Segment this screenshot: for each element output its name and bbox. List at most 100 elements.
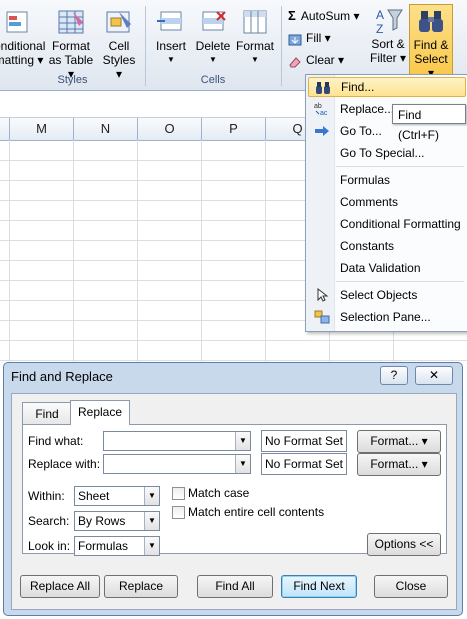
chevron-down-icon[interactable]: ▼ — [144, 512, 159, 530]
menu-item-data-validation[interactable]: Data Validation — [308, 258, 464, 278]
replace-format-button[interactable]: Format... ▾ — [357, 453, 441, 476]
selection-pane-icon — [314, 310, 330, 324]
replace-with-input[interactable]: ▼ — [103, 454, 251, 474]
column-header-o[interactable]: O — [138, 118, 202, 141]
dialog-body: Find Replace Find what: ▼ No Format Set … — [11, 393, 457, 610]
menu-item-constants[interactable]: Constants — [308, 236, 464, 256]
cells-group-label: Cells — [200, 74, 226, 86]
column-header-n[interactable]: N — [74, 118, 138, 141]
help-button[interactable]: ? — [380, 366, 408, 385]
format-cells-icon — [241, 8, 269, 36]
conditional-formatting-label-1: onditional — [0, 39, 46, 53]
within-select[interactable]: Sheet ▼ — [74, 486, 160, 506]
delete-button[interactable]: Delete ▼ — [193, 8, 233, 67]
menu-item-go-to-special[interactable]: Go To Special... — [308, 143, 464, 163]
delete-label: Delete — [195, 39, 231, 53]
chevron-down-icon[interactable]: ▼ — [144, 537, 159, 555]
insert-button[interactable]: Insert ▼ — [150, 8, 192, 67]
menu-item-label: Select Objects — [340, 288, 418, 302]
insert-dropdown-icon: ▼ — [167, 55, 175, 64]
lookin-select[interactable]: Formulas ▼ — [74, 536, 160, 556]
menu-item-comments[interactable]: Comments — [308, 192, 464, 212]
grid-row-line — [0, 360, 467, 361]
goto-arrow-icon — [314, 124, 330, 138]
match-entire-label: Match entire cell contents — [188, 505, 325, 519]
close-button[interactable]: Close — [374, 575, 448, 598]
menu-item-formulas[interactable]: Formulas — [308, 170, 464, 190]
match-case-label: Match case — [188, 486, 250, 500]
find-format-button[interactable]: Format... ▾ — [357, 430, 441, 453]
tab-replace[interactable]: Replace — [70, 400, 130, 425]
lookin-value: Formulas — [78, 539, 129, 553]
tab-find[interactable]: Find — [22, 402, 72, 425]
binoculars-icon — [315, 81, 331, 95]
svg-text:ac: ac — [320, 110, 328, 116]
chevron-down-icon[interactable]: ▼ — [235, 432, 250, 450]
group-separator — [281, 6, 282, 86]
menu-item-selection-pane[interactable]: Selection Pane... — [308, 307, 464, 327]
conditional-formatting-label-2: matting ▾ — [0, 53, 44, 67]
replace-button[interactable]: Replace — [104, 575, 178, 598]
close-icon[interactable]: ✕ — [415, 366, 453, 385]
find-select-button[interactable]: Find & Select ▾ — [409, 4, 453, 80]
column-header-m[interactable]: M — [10, 118, 74, 141]
search-label: Search: — [28, 514, 70, 528]
binoculars-icon — [417, 7, 445, 35]
menu-item-select-objects[interactable]: Select Objects — [308, 285, 464, 305]
format-button[interactable]: Format ▼ — [234, 8, 276, 67]
column-header-partial[interactable] — [0, 118, 10, 141]
svg-text:ab: ab — [314, 103, 322, 110]
find-next-button[interactable]: Find Next — [281, 575, 357, 598]
menu-item-label: Go To Special... — [340, 146, 425, 160]
svg-text:Z: Z — [376, 22, 383, 36]
grid-column-line — [73, 140, 74, 370]
replace-all-button[interactable]: Replace All — [20, 575, 100, 598]
options-button[interactable]: Options << — [367, 533, 441, 556]
sigma-icon: Σ — [288, 8, 296, 23]
find-what-input[interactable]: ▼ — [103, 431, 251, 451]
fill-label: Fill ▾ — [306, 31, 331, 45]
match-entire-checkbox[interactable] — [172, 506, 185, 519]
menu-item-label: Selection Pane... — [340, 310, 431, 324]
dialog-title: Find and Replace — [11, 369, 113, 384]
sort-filter-button[interactable]: AZ Sort & Filter ▾ — [368, 6, 408, 65]
menu-item-label: Constants — [340, 239, 395, 253]
chevron-down-icon[interactable]: ▼ — [235, 455, 250, 473]
delete-cells-icon — [199, 8, 227, 36]
grid-column-line — [137, 140, 138, 370]
within-label: Within: — [28, 489, 65, 503]
menu-item-label: Replace... — [340, 102, 395, 116]
clear-label: Clear ▾ — [306, 53, 345, 67]
styles-group-label: Styles — [57, 74, 88, 86]
autosum-button[interactable]: Σ AutoSum ▾ — [288, 7, 360, 25]
delete-dropdown-icon: ▼ — [209, 55, 217, 64]
menu-item-label: Go To... — [340, 124, 382, 138]
menu-separator — [336, 281, 464, 282]
find-tooltip: Find (Ctrl+F) — [392, 104, 466, 142]
grid-column-line — [265, 140, 266, 370]
match-case-checkbox[interactable] — [172, 487, 185, 500]
fill-down-icon — [288, 33, 302, 46]
conditional-formatting-icon — [5, 8, 33, 36]
menu-item-go-to[interactable]: Go To... — [308, 121, 464, 141]
fill-button[interactable]: Fill ▾ — [288, 29, 331, 47]
sort-filter-label-2: Filter ▾ — [369, 51, 407, 65]
conditional-formatting-button[interactable]: onditional matting ▾ — [0, 8, 46, 67]
svg-text:A: A — [376, 8, 384, 22]
sort-filter-icon: AZ — [374, 6, 403, 36]
format-as-table-button[interactable]: Format as Table ▾ — [45, 8, 97, 81]
search-select[interactable]: By Rows ▼ — [74, 511, 160, 531]
column-header-p[interactable]: P — [202, 118, 266, 141]
find-format-preview: No Format Set — [261, 430, 347, 452]
format-as-table-icon — [57, 8, 85, 36]
search-value: By Rows — [78, 514, 126, 528]
sort-filter-label-1: Sort & — [371, 37, 405, 51]
menu-item-find[interactable]: Find... — [308, 77, 466, 97]
find-all-button[interactable]: Find All — [197, 575, 273, 598]
cell-styles-button[interactable]: Cell Styles ▾ — [98, 8, 140, 81]
chevron-down-icon[interactable]: ▼ — [144, 487, 159, 505]
menu-item-conditional-formatting[interactable]: Conditional Formatting — [308, 214, 464, 234]
clear-button[interactable]: Clear ▾ — [288, 51, 344, 69]
find-what-label: Find what: — [28, 434, 84, 448]
grid-row-line — [0, 340, 467, 341]
